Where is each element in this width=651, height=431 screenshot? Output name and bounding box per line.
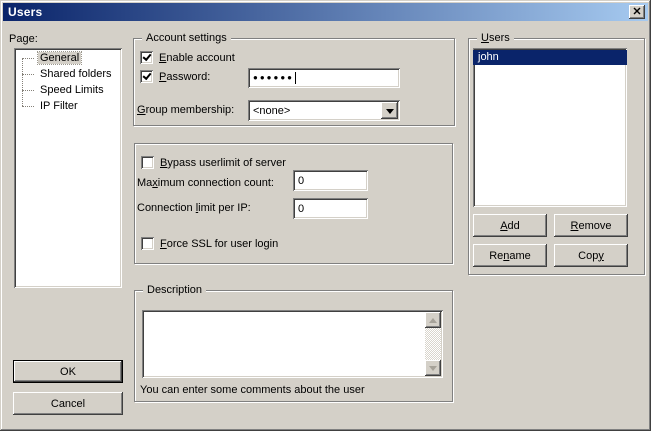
tree-item-general[interactable]: General [14,50,122,66]
list-item-john[interactable]: john [473,50,627,65]
max-connection-input[interactable]: 0 [293,170,368,191]
password-input[interactable]: ●●●●●● [248,68,400,88]
tree-item-shared-folders[interactable]: Shared folders [14,66,122,82]
force-ssl-label[interactable]: Force SSL for user login [160,238,278,250]
bypass-userlimit-checkbox[interactable] [141,156,154,169]
enable-account-label[interactable]: Enable account [159,52,235,64]
description-title: Description [143,283,206,297]
password-checkbox[interactable] [140,70,153,83]
account-settings-title: Account settings [142,31,231,45]
copy-button[interactable]: Copy [554,244,628,267]
combobox-dropdown-button[interactable] [381,102,398,119]
remove-button[interactable]: Remove [554,214,628,237]
arrow-up-icon [429,314,437,323]
close-icon [633,6,642,18]
group-membership-combobox[interactable]: <none> [248,100,400,121]
users-listbox[interactable]: john [473,48,627,207]
page-panel-label: Page: [9,33,38,45]
max-connection-label: Maximum connection count: [137,177,274,189]
vertical-scrollbar [425,312,441,376]
add-button[interactable]: Add [473,214,547,237]
connection-limit-ip-input[interactable]: 0 [293,198,368,219]
text-caret [295,72,296,84]
scroll-down-button[interactable] [425,360,441,376]
enable-account-checkbox[interactable] [140,51,153,64]
cancel-button[interactable]: Cancel [13,392,123,415]
force-ssl-checkbox[interactable] [141,237,154,250]
group-membership-label: Group membership: [137,104,234,116]
users-group-title: Users [477,31,514,45]
scroll-up-button[interactable] [425,312,441,328]
tree-item-speed-limits[interactable]: Speed Limits [14,82,122,98]
description-textarea[interactable] [142,310,443,378]
users-dialog: Users Page: General Shared folders Speed… [0,0,651,431]
ok-button[interactable]: OK [13,360,123,383]
arrow-down-icon [429,366,437,375]
group-membership-value: <none> [253,105,290,117]
tree-item-ip-filter[interactable]: IP Filter [14,98,122,114]
bypass-userlimit-label[interactable]: Bypass userlimit of server [160,157,286,169]
page-tree[interactable]: General Shared folders Speed Limits IP F… [14,48,122,288]
title-bar[interactable]: Users [3,3,648,21]
close-button[interactable] [629,5,645,19]
window-title: Users [3,5,42,19]
password-label[interactable]: Password: [159,71,210,83]
password-masked-value: ●●●●●● [253,73,294,83]
scrollbar-track [425,328,441,360]
rename-button[interactable]: Rename [473,244,547,267]
chevron-down-icon [386,109,394,118]
description-hint: You can enter some comments about the us… [140,384,365,396]
connection-limit-ip-label: Connection limit per IP: [137,202,251,214]
